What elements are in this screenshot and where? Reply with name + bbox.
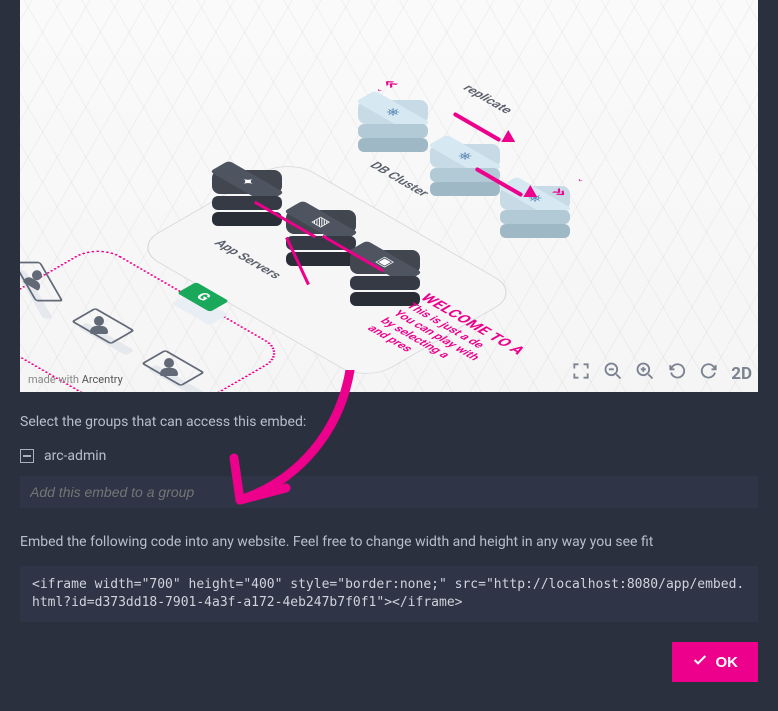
zoom-in-icon[interactable] [635, 361, 655, 386]
checkbox-indeterminate-icon[interactable] [20, 449, 34, 463]
gateway-cube: G [178, 286, 222, 326]
toggle-2d-button[interactable]: 2D [731, 364, 752, 384]
db-stack-2: ⎈ [430, 140, 500, 196]
zoom-out-icon[interactable] [603, 361, 623, 386]
redo-icon[interactable] [699, 361, 719, 386]
check-icon [692, 652, 708, 672]
group-row[interactable]: arc-admin [20, 448, 758, 464]
embed-code-block[interactable]: <iframe width="700" height="400" style="… [20, 566, 758, 622]
client-3 [150, 354, 210, 392]
watermark: made with Arcentry [28, 373, 123, 386]
watermark-brand: Arcentry [82, 373, 123, 386]
client-2 [80, 312, 140, 356]
ok-button[interactable]: OK [672, 642, 759, 682]
preview-toolbar: 2D [571, 361, 752, 386]
db-stack-1: ⎈ [358, 96, 428, 152]
fullscreen-icon[interactable] [571, 361, 591, 386]
select-groups-label: Select the groups that can access this e… [20, 414, 758, 430]
app-server-1: ✦ [212, 170, 282, 226]
ok-button-label: OK [716, 654, 739, 671]
gateway-cube-glyph: G [192, 291, 214, 304]
add-group-input[interactable] [20, 476, 758, 508]
group-name: arc-admin [44, 448, 106, 464]
embed-instructions-label: Embed the following code into any websit… [20, 534, 758, 550]
undo-icon[interactable] [667, 361, 687, 386]
embed-preview: ⎈ ⎈ ⎈ ✦ ▧ ▣ G « ˇ ˇ » replicate DB Clust… [20, 0, 758, 392]
watermark-prefix: made with [28, 373, 82, 386]
